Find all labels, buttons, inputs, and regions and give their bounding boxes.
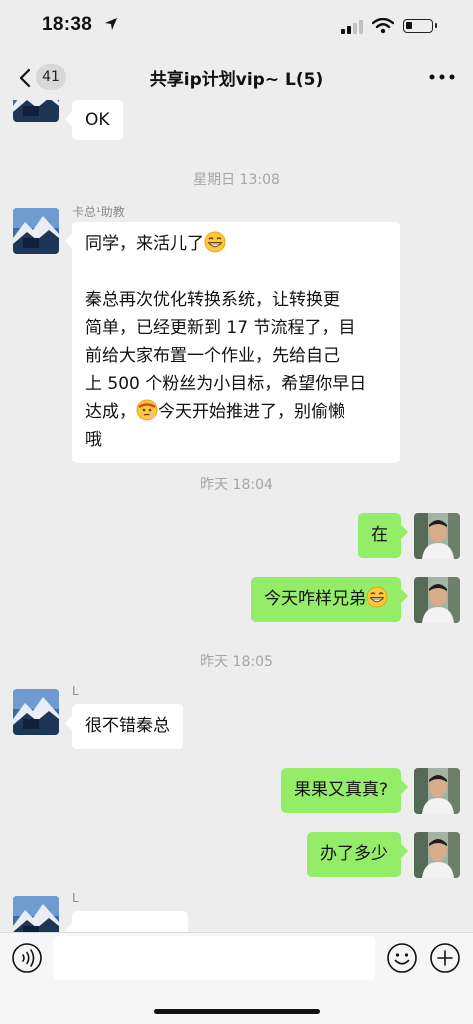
message-list[interactable]: OK 星期日 13:08 卡总¹助教 同学，来活儿了 秦总再次优化转换系统，让转… [0, 100, 473, 932]
message-bubble-outgoing[interactable]: 在 [358, 513, 401, 558]
message-text: 今天咋样兄弟 [264, 589, 366, 609]
grinning-emoji-icon [366, 586, 388, 608]
avatar[interactable] [13, 896, 59, 932]
plus-icon[interactable] [429, 942, 461, 974]
message-text: 同学，来活儿了 [85, 234, 204, 254]
wifi-icon [372, 18, 394, 34]
message-bubble-incoming[interactable]: 同学，来活儿了 秦总再次优化转换系统，让转换更 简单，已经更新到 17 节流程了… [72, 222, 400, 463]
message-text: 在 [371, 525, 388, 545]
message-input[interactable] [53, 936, 375, 980]
timestamp: 昨天 18:04 [200, 477, 273, 493]
message-bubble-outgoing[interactable]: 果果又真真? [280, 768, 401, 813]
status-time: 18:38 [42, 14, 93, 35]
sender-name: 卡总¹助教 [72, 205, 125, 219]
chevron-left-icon[interactable] [14, 64, 38, 92]
avatar[interactable] [13, 208, 59, 254]
message-text: 简单，已经更新到 17 节流程了，目 [85, 318, 356, 338]
chat-header: 41 共享ip计划vip~ L(5) [0, 56, 473, 100]
battery-icon [403, 19, 437, 33]
message-text: 上 500 个粉丝为小目标，希望你早日 [85, 374, 367, 394]
message-text: 很不错秦总 [85, 716, 170, 736]
avatar[interactable] [13, 689, 59, 735]
avatar[interactable] [13, 100, 59, 122]
sender-name: L [72, 891, 79, 905]
message-bubble-outgoing[interactable]: 办了多少 [307, 832, 401, 877]
avatar[interactable] [414, 513, 460, 559]
cellular-signal-icon [341, 20, 363, 34]
voice-icon[interactable] [11, 942, 43, 974]
message-text: 办了多少 [320, 844, 388, 864]
message-text: 秦总再次优化转换系统，让转换更 [85, 290, 340, 310]
timestamp: 星期日 13:08 [193, 172, 280, 188]
sender-name: L [72, 684, 79, 698]
message-text: OK [85, 110, 110, 130]
grinning-emoji-icon [204, 231, 226, 253]
avatar[interactable] [414, 577, 460, 623]
unread-count-badge[interactable]: 41 [36, 64, 66, 90]
thinking-emoji-icon [136, 399, 158, 421]
message-text: 果果又真真? [293, 780, 388, 800]
avatar[interactable] [414, 768, 460, 814]
message-bubble-incoming[interactable]: OK [72, 100, 123, 140]
home-indicator[interactable] [154, 1009, 320, 1014]
message-text: 哦 [85, 430, 102, 450]
message-bubble-incoming[interactable]: 很不错秦总 [72, 704, 183, 749]
message-text: 今天开始推进了，别偷懒 [158, 402, 345, 422]
timestamp: 昨天 18:05 [200, 654, 273, 670]
message-bubble-incoming[interactable] [72, 911, 188, 932]
message-text: 前给大家布置一个作业，先给自己 [85, 346, 340, 366]
status-bar: 18:38 [0, 0, 473, 56]
avatar[interactable] [414, 832, 460, 878]
location-arrow-icon [105, 18, 117, 30]
message-text: 达成， [85, 402, 136, 422]
message-bubble-outgoing[interactable]: 今天咋样兄弟 [251, 577, 401, 622]
emoji-icon[interactable] [386, 942, 418, 974]
chat-title: 共享ip计划vip~ L(5) [149, 70, 324, 90]
more-dots-icon[interactable] [428, 70, 456, 84]
